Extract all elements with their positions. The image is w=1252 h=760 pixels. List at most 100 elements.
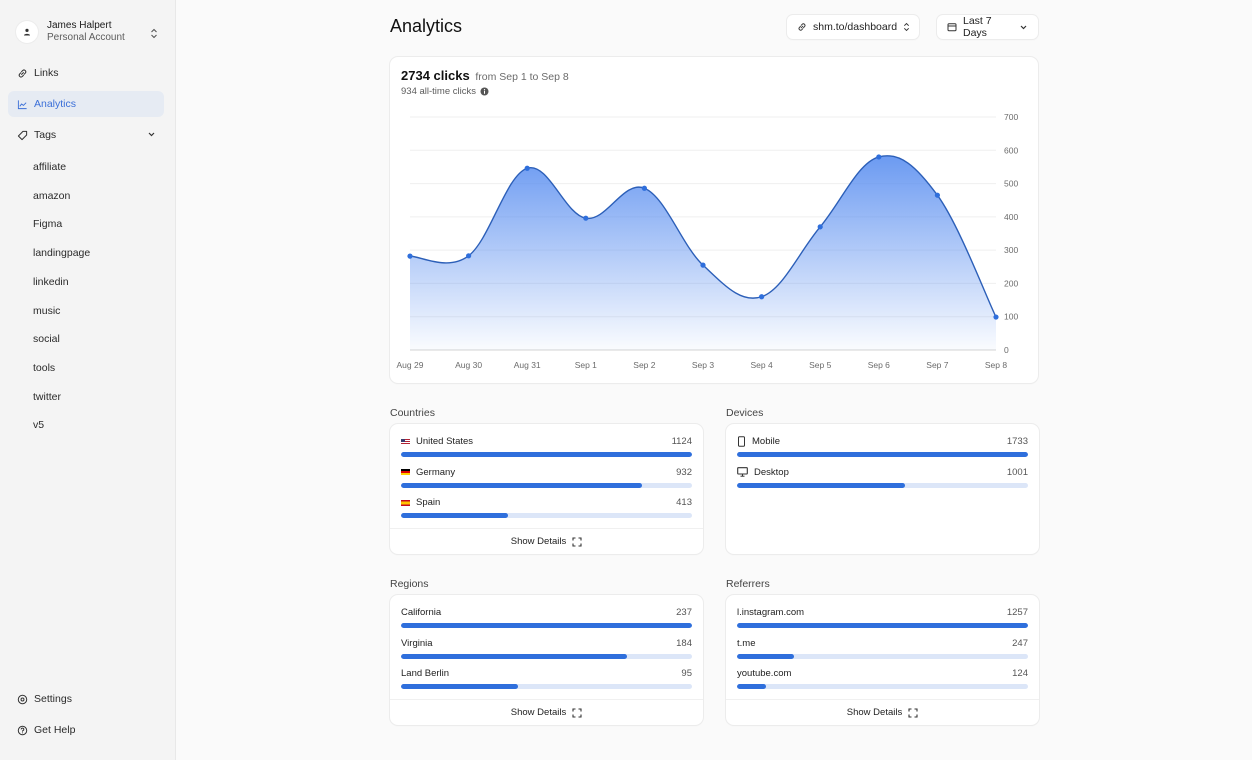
chevron-up-down-icon[interactable]: [150, 26, 158, 44]
row-value: 1257: [1006, 607, 1028, 618]
y-tick-label: 300: [1004, 245, 1018, 255]
progress-fill: [737, 452, 1028, 457]
x-tick-label: Sep 7: [926, 360, 948, 370]
sidebar-tag-item[interactable]: music: [33, 305, 60, 317]
row-label-text: United States: [416, 436, 474, 447]
countries-row[interactable]: Spain 413: [401, 497, 692, 523]
show-details-button[interactable]: Show Details: [390, 699, 703, 725]
sidebar-item-links[interactable]: Links: [8, 60, 164, 86]
y-tick-label: 100: [1004, 312, 1018, 322]
row-label: Land Berlin: [401, 668, 449, 679]
show-details-button[interactable]: Show Details: [390, 528, 703, 554]
flag-us-icon: [401, 438, 410, 445]
sidebar-item-settings[interactable]: Settings: [8, 686, 164, 712]
referrers-row[interactable]: l.instagram.com 1257: [737, 607, 1028, 633]
sidebar-tag-item[interactable]: affiliate: [33, 161, 66, 173]
x-tick-label: Sep 5: [809, 360, 831, 370]
row-value: 1124: [671, 436, 692, 447]
data-point: [934, 192, 941, 198]
devices-title: Devices: [726, 407, 764, 419]
flag-de-icon: [401, 469, 410, 475]
row-value: 237: [676, 607, 692, 618]
progress-track: [401, 653, 692, 659]
row-label-text: l.instagram.com: [737, 607, 805, 618]
data-point: [759, 294, 765, 300]
progress-fill: [737, 684, 766, 689]
countries-row[interactable]: Germany 932: [401, 467, 692, 493]
sidebar-tag-item[interactable]: social: [33, 333, 60, 345]
chevron-down-icon[interactable]: [147, 130, 156, 142]
regions-row[interactable]: California 237: [401, 607, 692, 633]
expand-icon: [908, 707, 918, 718]
sidebar: James Halpert Personal Account Links Ana…: [0, 0, 176, 760]
row-label-text: youtube.com: [737, 668, 792, 679]
sidebar-item-get-help[interactable]: Get Help: [8, 717, 164, 743]
sidebar-tag-item[interactable]: amazon: [33, 190, 70, 202]
x-tick-label: Aug 30: [455, 360, 482, 370]
x-tick-label: Sep 4: [750, 360, 772, 370]
sidebar-tag-item[interactable]: tools: [33, 362, 55, 374]
row-label: Virginia: [401, 638, 433, 649]
sidebar-item-label: Settings: [34, 693, 72, 705]
progress-fill: [737, 623, 1028, 628]
sidebar-item-label: Analytics: [34, 98, 77, 110]
row-label-text: Virginia: [401, 637, 433, 649]
devices-row[interactable]: Desktop 1001: [737, 467, 1028, 493]
user-icon: [24, 28, 30, 36]
data-point: [524, 165, 530, 171]
progress-fill: [401, 623, 692, 628]
sidebar-item-tags[interactable]: Tags: [8, 122, 164, 148]
show-details-button[interactable]: Show Details: [726, 699, 1039, 725]
sidebar-tag-item[interactable]: Figma: [33, 218, 62, 230]
row-label: Germany: [401, 467, 455, 478]
referrers-row[interactable]: youtube.com 124: [737, 668, 1028, 694]
data-point: [641, 185, 647, 191]
sidebar-tag-item[interactable]: v5: [33, 419, 44, 431]
data-point: [700, 262, 706, 268]
data-point: [817, 224, 823, 230]
regions-row[interactable]: Virginia 184: [401, 638, 692, 664]
area-fill: [410, 155, 996, 350]
page-title: Analytics: [390, 16, 463, 36]
avatar: [16, 21, 38, 43]
show-details-label: Show Details: [510, 707, 567, 718]
sidebar-item-analytics[interactable]: Analytics: [8, 91, 164, 117]
regions-row[interactable]: Land Berlin 95: [401, 668, 692, 694]
devices-panel: Mobile 1733 Desktop 1001: [726, 424, 1039, 554]
referrers-panel: l.instagram.com 1257 t.me 247 youtube.com 124…: [726, 595, 1039, 725]
show-details-label: Show Details: [510, 536, 567, 547]
referrers-title: Referrers: [726, 578, 770, 590]
countries-title: Countries: [390, 407, 435, 419]
row-label-text: Germany: [416, 466, 456, 478]
row-label: Spain: [401, 497, 440, 508]
sidebar-tag-item[interactable]: twitter: [33, 391, 61, 403]
row-value: 124: [1012, 668, 1028, 679]
desktop-icon: [737, 467, 748, 477]
sidebar-tag-item[interactable]: linkedin: [33, 276, 69, 288]
row-label: Mobile: [737, 436, 780, 447]
x-tick-label: Aug 29: [397, 360, 424, 370]
x-tick-label: Sep 3: [692, 360, 714, 370]
regions-title: Regions: [390, 578, 429, 590]
referrers-row[interactable]: t.me 247: [737, 638, 1028, 664]
link-selector[interactable]: shm.to/dashboard: [787, 15, 919, 39]
progress-track: [401, 513, 692, 518]
progress-fill: [401, 684, 518, 689]
devices-row[interactable]: Mobile 1733: [737, 436, 1028, 462]
mobile-icon: [737, 436, 746, 447]
row-value: 1733: [1006, 436, 1028, 447]
row-label-text: Mobile: [752, 436, 780, 447]
clicks-chart-card: 2734 clicks from Sep 1 to Sep 8 934 all-…: [390, 57, 1038, 383]
expand-icon: [572, 707, 582, 718]
countries-row[interactable]: United States 1124: [401, 436, 692, 462]
x-tick-label: Sep 2: [633, 360, 655, 370]
sidebar-tag-item[interactable]: landingpage: [33, 247, 90, 259]
date-range-selector[interactable]: Last 7 Days: [937, 15, 1038, 39]
tag-icon: [16, 129, 28, 141]
account-switcher[interactable]: James Halpert Personal Account: [16, 20, 162, 44]
progress-track: [401, 623, 692, 628]
link-selector-value: shm.to/dashboard: [813, 21, 898, 33]
progress-track: [737, 482, 1028, 488]
chevron-up-down-icon: [903, 22, 910, 32]
date-range-value: Last 7 Days: [963, 15, 992, 39]
